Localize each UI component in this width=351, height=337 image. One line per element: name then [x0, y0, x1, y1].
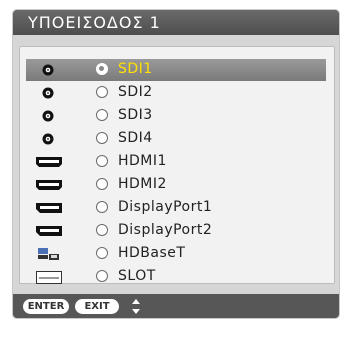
input-item-slot[interactable]: SLOT — [26, 266, 326, 284]
input-label: DisplayPort1 — [118, 199, 213, 215]
footer-bar: ENTER EXIT — [13, 294, 339, 318]
hdmi-icon — [36, 180, 62, 190]
radio-button[interactable] — [96, 178, 108, 190]
titlebar: ΥΠΟΕΙΣΟΔΟΣ 1 — [13, 10, 339, 35]
displayport-icon — [36, 226, 62, 236]
radio-button[interactable] — [96, 224, 108, 236]
input-item-hdmi1[interactable]: HDMI1 — [26, 151, 326, 173]
input-item-sdi2[interactable]: SDI2 — [26, 82, 326, 104]
bnc-icon — [42, 133, 54, 145]
input-selection-dialog: ΥΠΟΕΙΣΟΔΟΣ 1 SDI1 SDI2 SDI3 SDI4 HDMI1 H… — [13, 10, 339, 318]
slot-icon — [36, 271, 62, 284]
network-icon — [38, 248, 59, 260]
input-label: HDMI2 — [118, 176, 167, 192]
radio-button[interactable] — [96, 201, 108, 213]
bnc-icon — [42, 110, 54, 122]
input-label: HDMI1 — [118, 153, 167, 169]
displayport-icon — [36, 203, 62, 213]
input-label: SDI3 — [118, 107, 153, 123]
input-label: SLOT — [118, 268, 156, 284]
radio-button[interactable] — [96, 270, 108, 282]
input-item-hdbaset[interactable]: HDBaseT — [26, 243, 326, 265]
input-item-sdi1[interactable]: SDI1 — [26, 59, 326, 81]
input-item-hdmi2[interactable]: HDMI2 — [26, 174, 326, 196]
input-item-displayport1[interactable]: DisplayPort1 — [26, 197, 326, 219]
exit-button[interactable]: EXIT — [75, 299, 119, 314]
input-label: SDI2 — [118, 84, 153, 100]
radio-button[interactable] — [96, 132, 108, 144]
dialog-title: ΥΠΟΕΙΣΟΔΟΣ 1 — [28, 13, 161, 32]
bnc-icon — [42, 64, 54, 76]
radio-button[interactable] — [96, 155, 108, 167]
input-label: SDI1 — [118, 61, 153, 77]
radio-button[interactable] — [96, 109, 108, 121]
hdmi-icon — [36, 157, 62, 167]
enter-button[interactable]: ENTER — [23, 299, 69, 314]
input-label: DisplayPort2 — [118, 222, 213, 238]
radio-button[interactable] — [96, 86, 108, 98]
input-item-sdi4[interactable]: SDI4 — [26, 128, 326, 150]
updown-arrows-icon — [132, 299, 140, 314]
input-item-sdi3[interactable]: SDI3 — [26, 105, 326, 127]
input-label: HDBaseT — [118, 245, 186, 261]
input-label: SDI4 — [118, 130, 153, 146]
input-item-displayport2[interactable]: DisplayPort2 — [26, 220, 326, 242]
bnc-icon — [42, 87, 54, 99]
input-list: SDI1 SDI2 SDI3 SDI4 HDMI1 HDMI2 DisplayP… — [19, 46, 335, 284]
radio-button[interactable] — [96, 247, 108, 259]
radio-button[interactable] — [96, 63, 108, 75]
